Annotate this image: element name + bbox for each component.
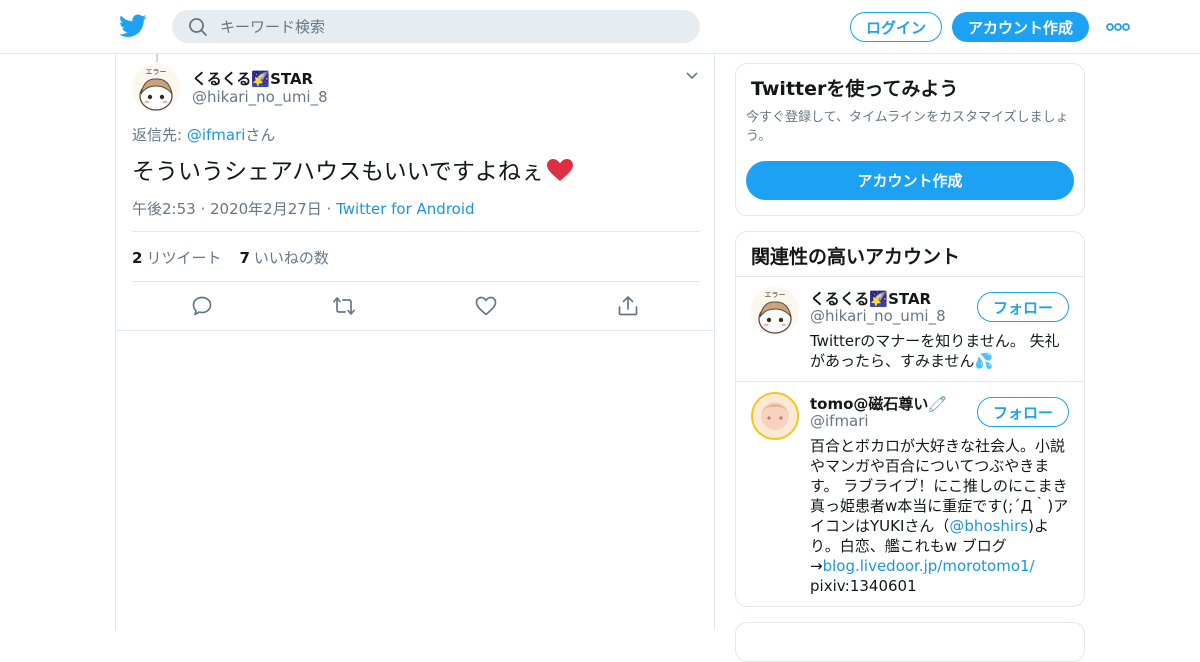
create-account-button[interactable]: アカウント作成 [746,161,1074,200]
account-bio: Twitterのマナーを知りません。 失礼があったら、すみません💦 [810,332,1060,370]
follow-button[interactable]: フォロー [977,292,1069,322]
like-icon[interactable] [474,294,498,318]
reply-suffix: さん [245,126,276,144]
tweet-metadata: 午後2:53 · 2020年2月27日 · Twitter for Androi… [132,198,475,219]
retweet-icon[interactable] [332,294,356,318]
divider [132,231,700,232]
thread-line [156,54,158,62]
account-avatar[interactable]: エラー [751,287,799,335]
bio-blog-link[interactable]: blog.livedoor.jp/morotomo1/ [823,557,1035,575]
tweet-body: そういうシェアハウスもいいですよねぇ [132,159,544,185]
like-count: 7 [239,249,250,267]
avatar-illustration: エラー [751,287,799,335]
svg-text:エラー: エラー [765,291,786,299]
signup-card-title: Twitterを使ってみよう [751,78,959,100]
signup-button[interactable]: アカウント作成 [952,12,1089,42]
search-icon [189,18,207,36]
top-bar: ログイン アカウント作成 [0,0,1200,54]
share-icon[interactable] [616,294,640,318]
divider [736,276,1084,277]
bio-text: pixiv:1340601 [810,577,917,595]
author-name[interactable]: くるくる🌠STAR [192,68,313,89]
reply-to-line: 返信先: @ifmariさん [132,124,275,145]
divider [116,330,714,331]
like-label: いいねの数 [253,249,329,267]
search-input[interactable] [220,10,680,43]
tweet-detail: エラー くるくる🌠STAR @hikari_no_umi_8 返信先: @ifm… [115,54,715,630]
retweet-count: 2 [132,249,143,267]
divider [736,381,1084,382]
signup-card-description: 今すぐ登録して、タイムラインをカスタマイズしましょう。 [746,110,1069,144]
search-box[interactable] [172,10,700,43]
avatar-illustration: エラー [132,64,180,112]
tweet-actions [132,292,700,322]
account-handle[interactable]: @hikari_no_umi_8 [810,307,946,325]
login-button[interactable]: ログイン [850,12,942,42]
account-avatar[interactable] [751,392,799,440]
reply-prefix: 返信先: [132,126,187,144]
account-handle[interactable]: @ifmari [810,412,869,430]
like-stat[interactable]: 7 いいねの数 [239,249,328,267]
bio-mention-link[interactable]: @bhoshirs [949,517,1028,535]
avatar-illustration [753,394,797,438]
follow-button[interactable]: フォロー [977,397,1069,427]
reply-to-handle-link[interactable]: @ifmari [187,126,246,144]
account-name[interactable]: くるくる🌠STAR [810,288,931,309]
reply-icon[interactable] [190,294,214,318]
tweet-timestamp[interactable]: 午後2:53 · 2020年2月27日 · [132,200,336,218]
author-avatar[interactable]: エラー [132,64,180,112]
svg-text:エラー: エラー [146,68,167,76]
more-options-icon[interactable] [1106,20,1130,34]
signup-card: Twitterを使ってみよう 今すぐ登録して、タイムラインをカスタマイズしましょ… [735,63,1085,216]
twitter-bird-icon[interactable] [119,14,147,38]
tweet-text: そういうシェアハウスもいいですよねぇ [132,152,574,186]
retweet-label: リツイート [146,249,222,267]
divider [132,281,700,282]
account-name[interactable]: tomo@磁石尊い🧷 [810,393,947,414]
related-accounts-title: 関連性の高いアカウント [751,246,961,268]
tweet-stats: 2 リツイート 7 いいねの数 [132,247,329,268]
tweet-source-link[interactable]: Twitter for Android [336,200,474,218]
related-accounts-card: 関連性の高いアカウント エラー くるくる🌠STAR @hikari_no_umi… [735,231,1085,607]
account-bio: 百合とボカロが大好きな社会人。小説やマンガや百合についてつぶやきます。 ラブライ… [810,436,1074,596]
author-handle[interactable]: @hikari_no_umi_8 [192,88,328,106]
retweet-stat[interactable]: 2 リツイート [132,249,221,267]
chevron-down-icon[interactable] [684,70,700,82]
red-heart-icon [546,159,573,181]
next-card [735,622,1085,662]
